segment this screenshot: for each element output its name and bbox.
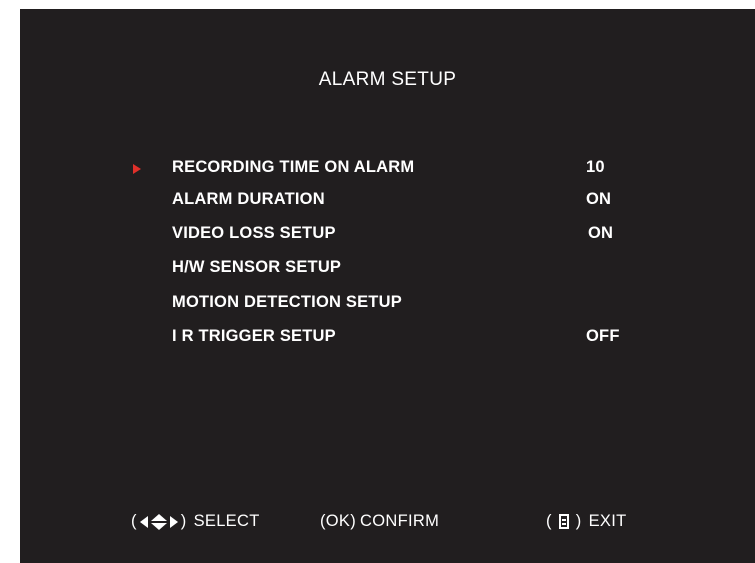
hint-open-paren: ( bbox=[546, 512, 552, 530]
arrow-up-down-icon bbox=[150, 513, 167, 530]
hint-close-paren: ) bbox=[180, 512, 187, 530]
menu-item-recording-time-on-alarm[interactable]: RECORDING TIME ON ALARM 10 bbox=[133, 155, 653, 187]
confirm-hint: (OK) CONFIRM bbox=[320, 512, 439, 531]
alarm-setup-screen: ALARM SETUP RECORDING TIME ON ALARM 10 A… bbox=[20, 9, 755, 563]
menu-item-label: I R TRIGGER SETUP bbox=[172, 327, 336, 345]
menu-item-label: H/W SENSOR SETUP bbox=[172, 258, 342, 276]
hint-open-paren: ( bbox=[131, 512, 137, 530]
exit-hint-label: EXIT bbox=[588, 512, 627, 530]
menu-item-label: RECORDING TIME ON ALARM bbox=[172, 158, 415, 176]
menu-item-ir-trigger-setup[interactable]: I R TRIGGER SETUP OFF bbox=[133, 324, 653, 356]
menu-icon bbox=[558, 514, 569, 529]
page-title: ALARM SETUP bbox=[318, 69, 457, 90]
ok-key-label: (OK) bbox=[320, 512, 357, 530]
select-hint-label: SELECT bbox=[193, 512, 260, 530]
menu-item-label: VIDEO LOSS SETUP bbox=[172, 224, 336, 242]
menu-item-value[interactable]: 10 bbox=[586, 158, 605, 177]
confirm-hint-label: CONFIRM bbox=[360, 512, 440, 530]
select-hint: ( ) SELECT bbox=[128, 512, 260, 531]
arrow-right-icon bbox=[169, 515, 178, 528]
menu-item-value[interactable]: ON bbox=[588, 224, 613, 243]
hint-close-paren: ) bbox=[575, 512, 582, 530]
menu-item-alarm-duration[interactable]: ALARM DURATION ON bbox=[133, 187, 653, 219]
menu-item-label: ALARM DURATION bbox=[172, 190, 325, 208]
menu-item-motion-detection-setup[interactable]: MOTION DETECTION SETUP bbox=[133, 290, 653, 322]
selection-pointer-icon bbox=[133, 164, 141, 174]
arrow-left-icon bbox=[139, 515, 148, 528]
menu-item-video-loss-setup[interactable]: VIDEO LOSS SETUP ON bbox=[133, 221, 653, 253]
exit-hint: ( ) EXIT bbox=[543, 512, 626, 531]
menu-item-label: MOTION DETECTION SETUP bbox=[172, 293, 402, 311]
menu-item-value[interactable]: ON bbox=[586, 190, 611, 209]
menu-item-hw-sensor-setup[interactable]: H/W SENSOR SETUP bbox=[133, 255, 653, 287]
menu-item-value[interactable]: OFF bbox=[586, 327, 620, 346]
